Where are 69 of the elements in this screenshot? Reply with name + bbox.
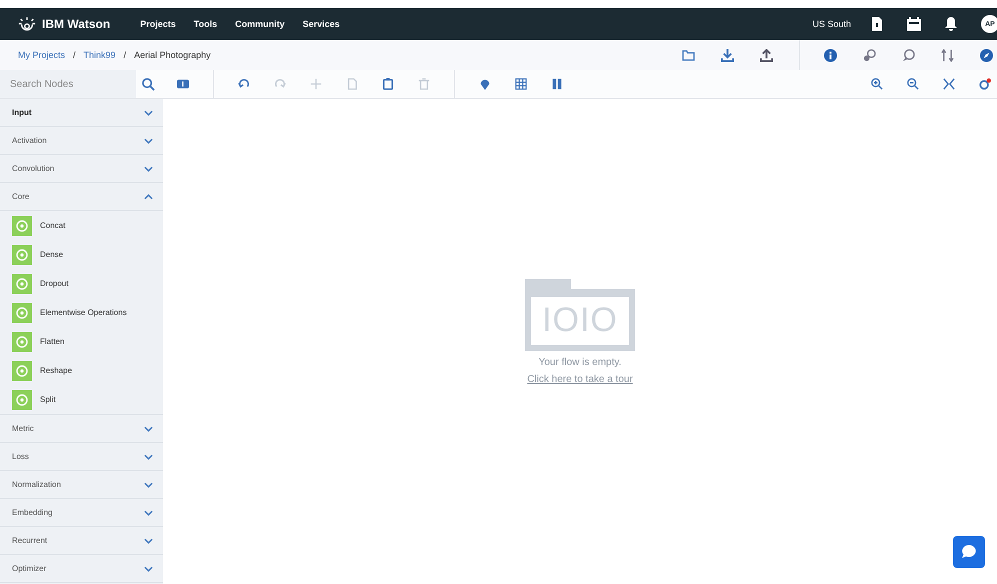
breadcrumb-separator: / [124, 50, 126, 60]
chevron-up-icon[interactable] [144, 194, 153, 200]
node-item[interactable]: Concat [0, 211, 163, 240]
nav-menu-link[interactable]: Projects [140, 19, 176, 29]
chevron-down-icon[interactable] [144, 166, 153, 172]
chevron-down-icon[interactable] [144, 538, 153, 544]
node-label: Elementwise Operations [40, 308, 127, 317]
brand-name[interactable]: IBM Watson [42, 17, 110, 31]
chevron-down-icon[interactable] [144, 482, 153, 488]
speech-bubble-icon[interactable] [902, 48, 915, 62]
empty-flow-message: Your flow is empty. [538, 356, 622, 368]
sort-icon[interactable] [941, 48, 954, 62]
chat-button[interactable] [953, 536, 985, 568]
category-label: Metric [12, 424, 35, 433]
paste-icon[interactable] [382, 78, 394, 90]
breadcrumb-separator: / [73, 50, 76, 60]
nav-menu-link[interactable]: Community [235, 19, 285, 29]
upload-icon[interactable] [760, 48, 773, 62]
node-label: Concat [40, 221, 66, 230]
undo-icon[interactable] [238, 78, 250, 90]
compass-icon[interactable] [980, 48, 993, 62]
chat-bubble-icon [961, 544, 977, 560]
region-label[interactable]: US South [812, 19, 851, 29]
zoom-out-icon[interactable] [907, 78, 919, 90]
category-label: Recurrent [12, 536, 48, 545]
grid-icon[interactable] [515, 78, 527, 90]
calendar-icon[interactable] [907, 17, 921, 31]
breadcrumb-link[interactable]: Think99 [84, 50, 116, 60]
info-circle-icon[interactable] [824, 48, 837, 62]
category-label: Core [12, 192, 30, 201]
pin-icon[interactable] [479, 78, 491, 90]
node-item[interactable]: Dense [0, 240, 163, 269]
node-item[interactable]: Split [0, 385, 163, 414]
node-label: Reshape [40, 366, 72, 375]
chevron-down-icon[interactable] [144, 510, 153, 516]
category-label: Embedding [12, 508, 54, 517]
chevron-down-icon[interactable] [144, 138, 153, 144]
chevron-down-icon[interactable] [144, 454, 153, 460]
node-label: Flatten [40, 337, 64, 346]
chevron-down-icon[interactable] [144, 426, 153, 432]
node-item[interactable]: Reshape [0, 356, 163, 385]
settings-icon[interactable] [979, 78, 991, 90]
node-item[interactable]: Dropout [0, 269, 163, 298]
download-icon[interactable] [721, 48, 734, 62]
category-label: Loss [12, 452, 30, 461]
category-label: Optimizer [12, 564, 48, 573]
nav-menu-link[interactable]: Tools [194, 19, 218, 29]
node-item[interactable]: Elementwise Operations [0, 298, 163, 327]
node-label: Dropout [40, 279, 68, 288]
breadcrumb-link[interactable]: My Projects [18, 50, 66, 60]
chevron-down-icon[interactable] [144, 110, 153, 116]
category-label: Normalization [12, 480, 62, 489]
node-item[interactable]: Flatten [0, 327, 163, 356]
sidebar-icon[interactable] [177, 78, 189, 90]
category-label: Activation [12, 136, 48, 145]
category-label: Convolution [12, 164, 56, 173]
chevron-down-icon[interactable] [144, 566, 153, 572]
document-icon[interactable] [871, 17, 883, 31]
columns-icon[interactable] [551, 78, 563, 90]
node-label: Dense [40, 250, 64, 259]
search-field[interactable]: Search Nodes [0, 70, 136, 98]
category-label: Input [12, 108, 33, 117]
breadcrumb-current: Aerial Photography [134, 50, 211, 60]
nav-menu-link[interactable]: Services [302, 19, 340, 29]
bell-icon[interactable] [945, 17, 957, 31]
search-icon[interactable] [142, 78, 155, 90]
node-label: Split [40, 395, 56, 404]
folder-icon[interactable] [682, 50, 695, 60]
zoom-in-icon[interactable] [871, 78, 883, 90]
